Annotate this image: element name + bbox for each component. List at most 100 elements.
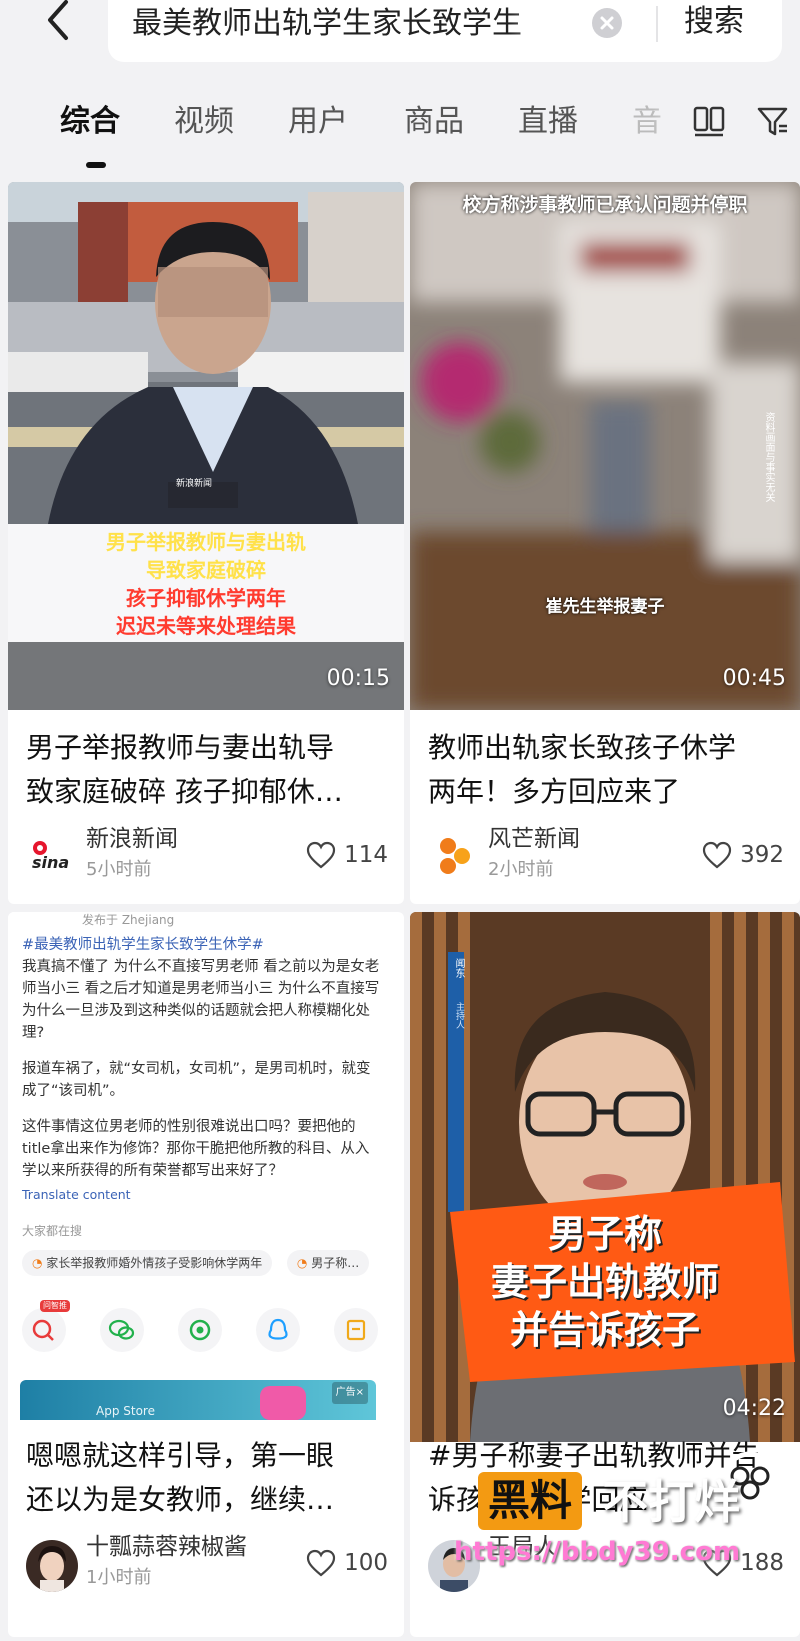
ad-banner[interactable]: 广告× App Store (20, 1380, 376, 1420)
card-title[interactable]: 男子举报教师与妻出轨导 致家庭破碎 孩子抑郁休… (26, 726, 386, 814)
like-button[interactable]: 392 (702, 840, 784, 870)
active-tab-indicator (86, 162, 106, 168)
watermark-overlay: 黑料 不打烊 https://bbdy39.com (450, 1450, 800, 1575)
tab-products[interactable]: 商品 (404, 102, 464, 142)
double-column-icon (693, 106, 725, 137)
post-time: 2小时前 (488, 859, 554, 880)
share-search-button[interactable]: 问智推 (22, 1300, 70, 1352)
tab-live[interactable]: 直播 (518, 102, 578, 142)
side-note: 资料画面与事实无关 (763, 412, 774, 502)
video-duration: 00:15 (326, 666, 390, 691)
search-input[interactable]: 最美教师出轨学生家长致学生 (132, 4, 572, 44)
back-button[interactable] (38, 0, 78, 50)
post-screenshot[interactable]: 发布于 Zhejiang #最美教师出轨学生家长致学生休学# 我真搞不懂了 为什… (8, 912, 394, 1420)
filter-icon (757, 107, 788, 136)
chip-label: 男子称… (311, 1256, 360, 1270)
tab-fade (652, 100, 692, 146)
caption-line: 妻子出轨教师 (490, 1260, 719, 1304)
sina-logo-icon: sina (27, 831, 77, 881)
wechat-icon (108, 1319, 135, 1340)
title-line-2: 致家庭破碎 孩子抑郁休… (26, 775, 343, 808)
share-moments-button[interactable] (178, 1308, 222, 1352)
post-time: 5小时前 (86, 859, 152, 880)
bottom-caption: 崔先生举报妻子 (545, 597, 665, 617)
save-image-icon (346, 1319, 366, 1341)
like-button[interactable]: 114 (306, 840, 388, 870)
app-icon (260, 1386, 306, 1420)
side-label: 闻东 (453, 958, 464, 978)
title-line-1: 男子举报教师与妻出轨导 (26, 731, 335, 764)
heart-icon (702, 841, 732, 869)
app-store-label: App Store (96, 1404, 155, 1418)
caption-line: 迟迟未等来处理结果 (116, 614, 296, 638)
layout-toggle-button[interactable] (692, 104, 726, 138)
card-title[interactable]: 教师出轨家长致孩子休学 两年！多方回应来了 (428, 726, 788, 814)
title-line-1: 教师出轨家长致孩子休学 (428, 731, 737, 764)
search-icon (32, 1319, 54, 1341)
caption-line: 并告诉孩子 (509, 1308, 700, 1352)
top-bar: 最美教师出轨学生家长致学生 搜索 (0, 0, 800, 80)
ad-tag[interactable]: 广告× (331, 1382, 368, 1404)
user-avatar-image (26, 1540, 78, 1592)
share-qq-button[interactable] (256, 1308, 300, 1352)
share-wechat-button[interactable] (100, 1308, 144, 1352)
everyone-searching-label: 大家都在搜 (22, 1224, 83, 1238)
tab-users[interactable]: 用户 (288, 102, 348, 142)
search-chip[interactable]: ◔ 男子称… (286, 1250, 370, 1276)
tab-all[interactable]: 综合 (60, 102, 120, 142)
title-line-1: 嗯嗯就这样引导，第一眼 (26, 1439, 335, 1472)
close-icon (600, 16, 614, 30)
title-line-2: 两年！多方回应来了 (428, 775, 681, 808)
search-text-fade (508, 4, 578, 44)
post-paragraph: 报道车祸了，就“女司机，女司机”，是男司机时，就变成了“该司机”。 (22, 1061, 371, 1099)
filter-button[interactable] (756, 104, 790, 138)
search-box[interactable]: 最美教师出轨学生家长致学生 搜索 (108, 0, 782, 62)
moments-icon (189, 1319, 211, 1341)
author-name[interactable]: 新浪新闻 (86, 824, 178, 854)
share-row: 问智推 (22, 1300, 378, 1358)
search-chips: ◔ 家长举报教师婚外情孩子受影响休学两年 ◔ 男子称… (22, 1250, 380, 1276)
tab-video[interactable]: 视频 (174, 102, 234, 142)
translate-link[interactable]: Translate content (22, 1184, 380, 1206)
hot-label: 问智推 (40, 1300, 70, 1312)
caption-line: 孩子抑郁休学两年 (126, 586, 286, 610)
fengmang-logo-icon (440, 838, 470, 874)
video-thumbnail[interactable]: 新浪新闻 男子举报教师与妻出轨 导致家庭破碎 孩子抑郁休学两年 迟迟未等来处理结… (8, 182, 404, 710)
like-button[interactable]: 100 (306, 1548, 388, 1578)
watermark-slogan: 不打烊 (602, 1475, 740, 1529)
share-save-button[interactable] (334, 1308, 378, 1352)
top-caption: 校方称涉事教师已承认问题并停职 (462, 194, 748, 216)
heart-icon (306, 841, 336, 869)
clear-search-button[interactable] (592, 8, 622, 38)
like-count: 392 (740, 842, 784, 868)
video-thumbnail[interactable]: 闻东 主持人 男子称 妻子出轨教师 并告诉孩子 04:22 (410, 912, 800, 1442)
like-count: 100 (344, 1550, 388, 1576)
side-label: 主持人 (454, 1002, 464, 1029)
post-paragraph: 这件事情这位男老师的性别很难说出口吗？要把他的title拿出来作为修饰？那你干脆… (22, 1119, 370, 1179)
heart-icon (306, 1549, 336, 1577)
divider (656, 6, 658, 42)
search-chip-icon: ◔ (32, 1256, 47, 1270)
author-name[interactable]: 十瓢蒜蓉辣椒酱 (86, 1532, 247, 1562)
post-paragraph: 我真搞不懂了 为什么不直接写男老师 看之前以为是女老师当小三 看之后才知道是男老… (22, 959, 380, 1041)
video-thumbnail[interactable]: 校方称涉事教师已承认问题并停职 崔先生举报妻子 资料画面与事实无关 00:45 (410, 182, 800, 710)
result-card-3[interactable]: 发布于 Zhejiang #最美教师出轨学生家长致学生休学# 我真搞不懂了 为什… (8, 912, 404, 1637)
avatar[interactable] (26, 1540, 78, 1592)
search-chip[interactable]: ◔ 家长举报教师婚外情孩子受影响休学两年 (22, 1250, 273, 1276)
result-card-1[interactable]: 新浪新闻 男子举报教师与妻出轨 导致家庭破碎 孩子抑郁休学两年 迟迟未等来处理结… (8, 182, 404, 904)
news-watermark-badge: 新浪新闻 (176, 479, 213, 489)
search-chip-icon: ◔ (296, 1256, 312, 1270)
category-tabs: 综合 视频 用户 商品 直播 音 (0, 90, 800, 170)
avatar[interactable] (428, 830, 480, 882)
thumbnail-image (410, 182, 800, 710)
watermark-brand: 黑料 (478, 1472, 583, 1530)
thumbnail-image (410, 912, 800, 1442)
video-duration: 04:22 (722, 1396, 786, 1421)
hashtag[interactable]: #最美教师出轨学生家长致学生休学# (22, 934, 380, 956)
caption-line: 男子称 (547, 1212, 662, 1256)
card-title[interactable]: 嗯嗯就这样引导，第一眼 还以为是女教师，继续… (26, 1434, 386, 1522)
avatar[interactable]: sina (26, 830, 78, 882)
result-card-2[interactable]: 校方称涉事教师已承认问题并停职 崔先生举报妻子 资料画面与事实无关 00:45 … (410, 182, 800, 904)
search-button[interactable]: 搜索 (684, 2, 744, 42)
author-name[interactable]: 风芒新闻 (488, 824, 580, 854)
